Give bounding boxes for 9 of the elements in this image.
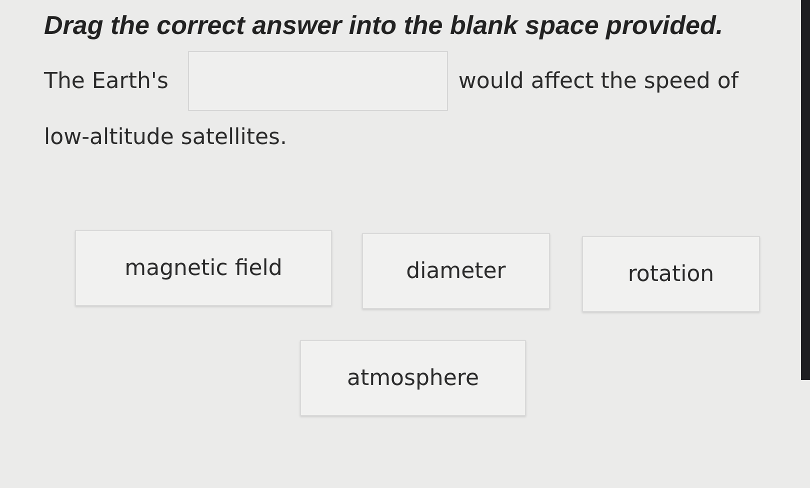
prompt-text: would affect the speed of <box>458 68 739 94</box>
answer-tile[interactable]: rotation <box>582 236 760 312</box>
question-title: Drag the correct answer into the blank space provided. <box>44 10 724 41</box>
answer-tile[interactable]: magnetic field <box>75 230 332 306</box>
answer-tile[interactable]: atmosphere <box>300 340 526 416</box>
prompt-text: The Earth's <box>44 68 168 94</box>
prompt-text: low-altitude satellites. <box>44 125 287 150</box>
answer-tile[interactable]: diameter <box>362 233 550 309</box>
answer-drop-box[interactable] <box>188 51 448 111</box>
